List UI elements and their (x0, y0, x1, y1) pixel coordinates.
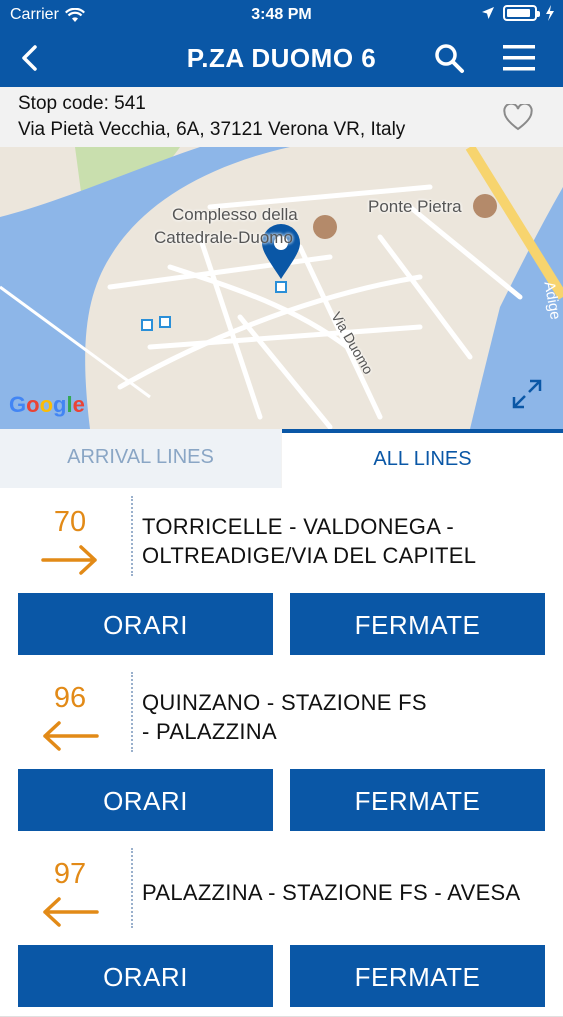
page-title: P.ZA DUOMO 6 (186, 43, 377, 73)
status-bar: Carrier 3:48 PM (0, 0, 563, 30)
line-tabs: ARRIVAL LINES ALL LINES (0, 429, 563, 488)
line-destination: TORRICELLE - VALDONEGA - OLTREADIGE/VIA … (142, 512, 552, 570)
fermate-button[interactable]: FERMATE (290, 945, 545, 1007)
line-destination: QUINZANO - STAZIONE FS - PALAZZINA (142, 688, 552, 746)
stop-code: Stop code: 541 (18, 93, 146, 114)
arrow-left-icon (43, 721, 99, 751)
navigation-bar: P.ZA DUOMO 6 (0, 30, 563, 87)
orari-button[interactable]: ORARI (18, 945, 273, 1007)
stop-address: Via Pietà Vecchia, 6A, 37121 Verona VR, … (18, 119, 406, 140)
line-number: 96 (53, 682, 87, 714)
google-logo: Google (9, 392, 85, 417)
charging-icon (546, 5, 554, 21)
arrow-left-icon (43, 897, 99, 927)
line-destination-2: OLTREADIGE/VIA DEL CAPITEL (142, 543, 477, 568)
arrow-right-icon (41, 545, 97, 575)
hamburger-menu-icon[interactable] (502, 43, 536, 73)
orari-button[interactable]: ORARI (18, 769, 273, 831)
status-right (481, 5, 555, 21)
map-view[interactable]: Complesso della Cattedrale-Duomo Ponte P… (0, 147, 563, 429)
map-label-ponte-pietra: Ponte Pietra (368, 197, 462, 216)
line-destination-1: TORRICELLE - VALDONEGA - (142, 514, 455, 539)
line-divider (131, 496, 133, 576)
line-item: 70 TORRICELLE - VALDONEGA - OLTREADIGE/V… (0, 488, 563, 665)
stop-info: Stop code: 541 Via Pietà Vecchia, 6A, 37… (0, 87, 563, 147)
line-divider (131, 848, 133, 928)
favorite-heart-icon[interactable] (503, 104, 533, 131)
line-item: 96 QUINZANO - STAZIONE FS - PALAZZINA OR… (0, 664, 563, 841)
clock: 3:48 PM (251, 6, 312, 23)
map-label-cattedrale: Cattedrale-Duomo (154, 228, 293, 247)
expand-map-icon[interactable] (510, 377, 544, 411)
line-divider (131, 672, 133, 752)
battery-icon (503, 5, 540, 21)
fermate-button[interactable]: FERMATE (290, 593, 545, 655)
fermate-button[interactable]: FERMATE (290, 769, 545, 831)
tab-arrival-lines[interactable]: ARRIVAL LINES (0, 429, 281, 488)
line-destination: PALAZZINA - STAZIONE FS - AVESA (142, 878, 552, 907)
map-label-complesso: Complesso della (172, 205, 298, 224)
location-arrow-icon (482, 7, 494, 19)
line-destination-1: PALAZZINA - STAZIONE FS - AVESA (142, 880, 521, 905)
orari-button[interactable]: ORARI (18, 593, 273, 655)
tab-all-lines[interactable]: ALL LINES (282, 429, 563, 488)
line-number: 97 (53, 858, 87, 890)
line-destination-2: - PALAZZINA (142, 719, 277, 744)
line-item: 97 PALAZZINA - STAZIONE FS - AVESA ORARI… (0, 840, 563, 1017)
line-destination-1: QUINZANO - STAZIONE FS (142, 690, 427, 715)
search-icon[interactable] (433, 42, 465, 74)
battery-fill (507, 9, 531, 17)
line-number: 70 (53, 506, 87, 538)
map-graphic (0, 147, 563, 429)
